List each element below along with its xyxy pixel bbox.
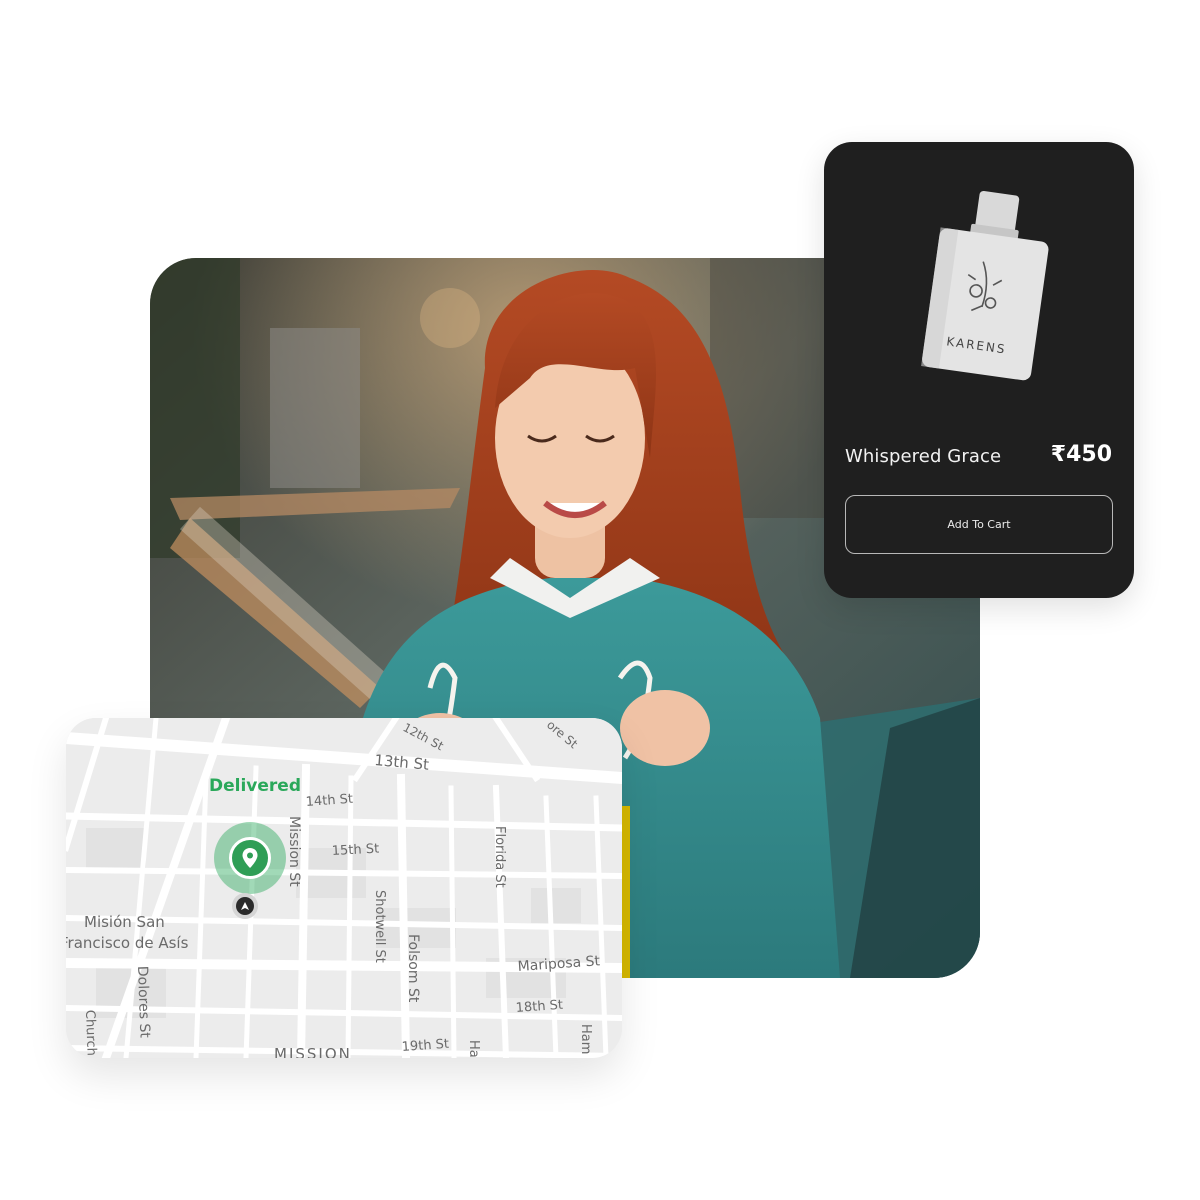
street-map[interactable]: 13th St 12th St ore St 14th St 15th St M… — [66, 718, 622, 1058]
product-card[interactable]: KARENS Whispered Grace ₹450 Add To Cart — [824, 142, 1134, 598]
add-to-cart-button[interactable]: Add To Cart — [845, 495, 1113, 554]
landmark-label: Francisco de Asís — [66, 934, 189, 952]
street-label: Florida St — [492, 826, 507, 888]
street-label: Folsom St — [405, 934, 421, 1003]
district-label: MISSION — [274, 1045, 352, 1058]
navigation-arrow-icon — [232, 893, 258, 919]
location-pin-icon[interactable] — [229, 837, 271, 879]
delivery-map-card[interactable]: 13th St 12th St ore St 14th St 15th St M… — [66, 718, 622, 1058]
street-label: Mission St — [286, 816, 302, 887]
street-label: Shotwell St — [372, 890, 387, 963]
product-price: ₹450 — [1050, 442, 1112, 467]
street-label: Dolores St — [134, 966, 153, 1039]
landmark-label: Misión San — [84, 913, 165, 931]
delivery-status: Delivered — [209, 776, 301, 796]
street-label: Ha — [466, 1040, 481, 1058]
street-label: 15th St — [331, 842, 379, 859]
street-label: Ham — [578, 1024, 593, 1054]
perfume-bottle-image: KARENS — [904, 182, 1064, 392]
product-name: Whispered Grace — [845, 446, 1002, 467]
street-label: Church — [82, 1010, 99, 1057]
